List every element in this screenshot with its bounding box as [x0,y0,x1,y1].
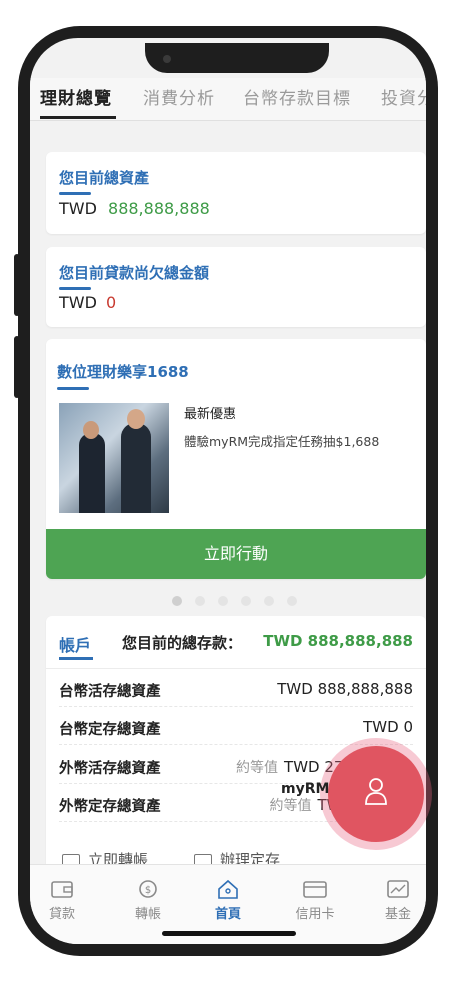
tab-overview[interactable]: 理財總覽 [40,84,112,109]
carousel-dot[interactable] [195,596,205,606]
myrm-fab-button[interactable] [328,746,424,842]
home-indicator [162,931,296,936]
nav-item-loans[interactable]: 貸款 [32,879,92,922]
account-tab-indicator [59,657,93,660]
tab-investment-analysis[interactable]: 投資分析 [381,84,426,109]
nav-label: 信用卡 [295,907,335,922]
nav-item-transfer[interactable]: $ 轉帳 [118,879,178,922]
promo-description: 體驗myRM完成指定任務抽$1,688 [184,434,380,449]
act-now-button[interactable]: 立即行動 [46,529,426,579]
loan-amount: 0 [106,293,117,312]
account-row-twd-time[interactable]: 台幣定存總資產 TWD 0 [59,714,413,745]
promo-card: 數位理財樂享1688 最新優惠 體驗myRM完成指定任務抽$1,688 立即行動 [46,339,426,579]
total-assets-amount-row: TWD 888,888,888 [59,199,210,218]
currency-label: TWD [59,199,97,218]
person-icon [365,778,387,805]
bottom-nav-bar: 貸款 $ 轉帳 首頁 信用卡 基金 [30,864,426,944]
promo-image [59,403,169,513]
nav-label: 首頁 [214,907,241,922]
camera-icon [163,55,171,63]
carousel-indicator [172,591,310,610]
row-label: 台幣活存總資產 [59,684,161,700]
row-label: 台幣定存總資產 [59,722,161,738]
loan-amount-row: TWD 0 [59,293,116,312]
tab-spending-analysis[interactable]: 消費分析 [143,84,215,109]
nav-item-funds[interactable]: 基金 [368,879,426,922]
row-label: 外幣定存總資產 [59,799,161,815]
carousel-dot[interactable] [241,596,251,606]
total-assets-card[interactable]: 您目前總資產 TWD 888,888,888 [46,152,426,234]
nav-item-credit-card[interactable]: 信用卡 [285,879,345,922]
nav-label: 基金 [384,907,411,922]
title-underline [59,192,91,195]
transfer-dollar-icon: $ [139,880,157,898]
account-row-twd-demand[interactable]: 台幣活存總資產 TWD 888,888,888 [59,676,413,707]
approx-label: 約等值 [236,760,279,776]
home-icon [218,879,238,899]
total-deposit-value: TWD 888,888,888 [263,632,413,650]
carousel-dot[interactable] [264,596,274,606]
nav-label: 轉帳 [134,907,161,922]
carousel-dot[interactable] [218,596,228,606]
row-value: TWD 888,888,888 [277,680,413,698]
chart-icon [387,880,409,898]
currency-label: TWD [59,293,97,312]
row-value: TWD 0 [363,718,413,736]
carousel-dot[interactable] [172,596,182,606]
svg-text:$: $ [145,885,151,896]
approx-label: 約等值 [269,798,312,814]
row-label: 外幣活存總資產 [59,761,161,777]
promo-title: 數位理財樂享1688 [57,363,189,381]
loan-title: 您目前貸款尚欠總金額 [59,264,210,282]
account-tab[interactable]: 帳戶 [59,632,91,656]
divider [46,668,426,669]
nav-item-home[interactable]: 首頁 [198,879,258,922]
total-assets-title: 您目前總資產 [59,169,150,187]
title-underline [57,387,89,390]
loan-card[interactable]: 您目前貸款尚欠總金額 TWD 0 [46,247,426,327]
active-tab-indicator [40,116,116,119]
title-underline [59,287,91,290]
myrm-label: myRM [281,781,330,797]
total-deposit-label: 您目前的總存款： [122,634,243,652]
camera-notch [145,43,329,73]
total-assets-amount: 888,888,888 [108,199,210,218]
nav-label: 貸款 [48,907,75,922]
top-tab-bar: 理財總覽 消費分析 台幣存款目標 投資分析 [30,78,426,121]
wallet-icon [51,881,73,898]
promo-headline: 最新優惠 [184,407,237,422]
credit-card-icon [303,881,327,898]
tab-twd-savings-goal[interactable]: 台幣存款目標 [243,84,351,109]
carousel-dot[interactable] [287,596,297,606]
